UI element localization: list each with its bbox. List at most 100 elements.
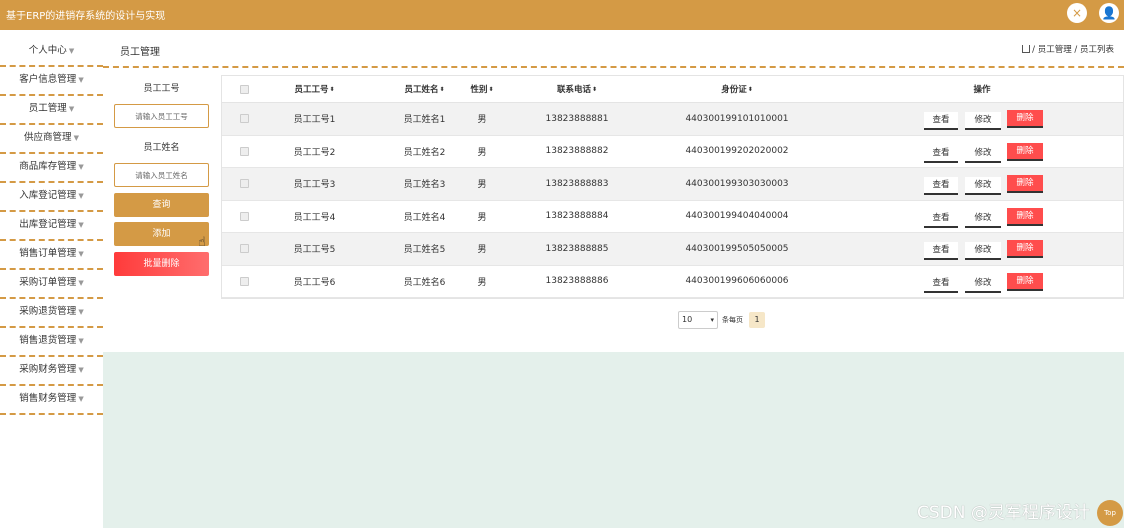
sidebar-item-label: 销售订单管理 (19, 248, 77, 259)
table-row: 员工工号2 员工姓名2 男 13823888882 44030019920202… (222, 136, 1123, 168)
sidebar-item-label: 客户信息管理 (19, 74, 77, 85)
page-header: 员工管理 / 员工管理 / 员工列表 (103, 30, 1124, 68)
sort-icon: ⬍ (329, 85, 335, 93)
app-title: 基于ERP的进销存系统的设计与实现 (6, 11, 166, 22)
table-row: 员工工号4 员工姓名4 男 13823888884 44030019940404… (222, 201, 1123, 233)
view-button[interactable]: 查看 (924, 112, 958, 130)
home-icon[interactable] (1022, 45, 1031, 53)
row-checkbox[interactable] (234, 266, 254, 298)
sidebar-item-outbound[interactable]: 出库登记管理 ▼ (0, 212, 103, 241)
watermark: CSDN @灵军程序设计 (917, 503, 1090, 523)
chevron-down-icon: ▼ (78, 192, 84, 200)
sidebar-item-inventory[interactable]: 商品库存管理 ▼ (0, 154, 103, 183)
edit-button[interactable]: 修改 (965, 177, 1001, 195)
cell-emp-no: 员工工号2 (293, 147, 336, 158)
delete-button[interactable]: 删除 (1007, 175, 1043, 193)
delete-button[interactable]: 删除 (1007, 272, 1043, 291)
breadcrumb: / 员工管理 / 员工列表 (1022, 43, 1114, 55)
row-checkbox[interactable] (234, 201, 254, 233)
sidebar-item-purchase-finance[interactable]: 采购财务管理 ▼ (0, 357, 103, 386)
edit-button[interactable]: 修改 (965, 209, 1001, 228)
row-checkbox[interactable] (234, 168, 254, 200)
delete-button[interactable]: 删除 (1007, 110, 1043, 128)
sidebar-item-label: 采购订单管理 (19, 277, 77, 288)
page-number-current[interactable]: 1 (749, 312, 765, 328)
add-button[interactable]: 添加 (114, 222, 209, 246)
breadcrumb-text[interactable]: / 员工管理 / 员工列表 (1032, 45, 1114, 55)
delete-button[interactable]: 删除 (1007, 240, 1043, 258)
sort-icon: ⬍ (591, 85, 598, 93)
chevron-down-icon: ▼ (78, 250, 84, 258)
cell-phone: 13823888882 (545, 146, 609, 157)
delete-button[interactable]: 删除 (1007, 142, 1043, 161)
row-checkbox[interactable] (234, 103, 254, 135)
edit-button[interactable]: 修改 (965, 144, 1001, 163)
view-button[interactable]: 查看 (924, 242, 958, 260)
emp-no-label: 员工工号 (143, 84, 180, 94)
edit-button[interactable]: 修改 (965, 242, 1001, 260)
view-button[interactable]: 查看 (924, 209, 958, 228)
sidebar-item-purchase-return[interactable]: 采购退货管理 ▼ (0, 299, 103, 328)
cell-id-card: 440300199404040004 (685, 211, 789, 222)
sidebar-item-label: 采购退货管理 (19, 306, 77, 317)
edit-button[interactable]: 修改 (965, 112, 1001, 130)
sidebar-item-inbound[interactable]: 入库登记管理 ▼ (0, 183, 103, 212)
edit-button[interactable]: 修改 (965, 274, 1001, 293)
chevron-down-icon: ▼ (78, 279, 84, 287)
emp-no-input[interactable] (114, 104, 209, 128)
search-button[interactable]: 查询 (114, 193, 209, 217)
back-to-top-button[interactable]: Top (1097, 500, 1123, 526)
cell-gender: 男 (477, 180, 487, 191)
top-bar: 基于ERP的进销存系统的设计与实现 × 👤 (0, 0, 1124, 30)
batch-delete-button[interactable]: 批量删除 (114, 252, 209, 276)
chevron-down-icon: ▼ (78, 308, 84, 316)
cell-phone: 13823888881 (545, 113, 609, 124)
delete-button[interactable]: 删除 (1007, 207, 1043, 226)
sidebar-item-label: 供应商管理 (24, 132, 72, 143)
cell-phone: 13823888885 (545, 243, 609, 254)
employee-table: 员工工号 ⬍ 员工姓名 ⬍ 性别 ⬍ 联系电话 ⬍ 身份证 ⬍ 操作 员工工号1 员工姓名… (221, 75, 1124, 299)
sidebar-item-personal-center[interactable]: 个人中心 ▼ (0, 38, 103, 67)
sidebar-item-label: 商品库存管理 (19, 161, 77, 172)
page-size-select[interactable]: 10 ▾ (678, 311, 718, 329)
cell-emp-no: 员工工号6 (293, 277, 336, 288)
cell-id-card: 440300199606060006 (685, 276, 789, 287)
emp-name-input[interactable] (114, 163, 209, 187)
col-id-card[interactable]: 身份证 ⬍ (642, 76, 832, 102)
user-icon[interactable]: 👤 (1099, 3, 1119, 23)
sidebar-item-customer[interactable]: 客户信息管理 ▼ (0, 67, 103, 96)
cell-phone: 13823888886 (545, 276, 609, 287)
select-all-checkbox[interactable] (234, 76, 254, 102)
chevron-down-icon: ▼ (78, 163, 84, 171)
cell-emp-no: 员工工号5 (293, 245, 336, 256)
chevron-down-icon: ▼ (78, 395, 84, 403)
cell-gender: 男 (477, 245, 487, 256)
fullscreen-icon[interactable]: × (1067, 3, 1087, 23)
chevron-down-icon: ▼ (78, 221, 84, 229)
cell-gender: 男 (477, 147, 487, 158)
sidebar-item-sales-return[interactable]: 销售退货管理 ▼ (0, 328, 103, 357)
sidebar-item-sales-order[interactable]: 销售订单管理 ▼ (0, 241, 103, 270)
page-title: 员工管理 (120, 47, 160, 58)
view-button[interactable]: 查看 (924, 274, 958, 293)
row-checkbox[interactable] (234, 136, 254, 168)
cell-id-card: 440300199101010001 (685, 113, 789, 124)
row-checkbox[interactable] (234, 233, 254, 265)
view-button[interactable]: 查看 (924, 144, 958, 163)
cell-gender: 男 (477, 115, 487, 126)
filter-panel: 员工工号 员工姓名 查询 添加 批量删除 ☝ (103, 68, 220, 352)
col-phone[interactable]: 联系电话 ⬍ (522, 76, 632, 102)
cell-gender: 男 (477, 277, 487, 288)
sidebar-item-sales-finance[interactable]: 销售财务管理 ▼ (0, 386, 103, 415)
col-emp-no[interactable]: 员工工号 ⬍ (257, 76, 372, 102)
sidebar-item-purchase-order[interactable]: 采购订单管理 ▼ (0, 270, 103, 299)
sidebar-item-supplier[interactable]: 供应商管理 ▼ (0, 125, 103, 154)
cell-emp-no: 员工工号4 (293, 212, 336, 223)
col-gender[interactable]: 性别 ⬍ (457, 76, 507, 102)
sidebar-item-employee[interactable]: 员工管理 ▼ (0, 96, 103, 125)
sidebar-item-label: 采购财务管理 (19, 364, 77, 375)
chevron-down-icon: ▾ (710, 316, 714, 324)
view-button[interactable]: 查看 (924, 177, 958, 195)
table-row: 员工工号3 员工姓名3 男 13823888883 44030019930303… (222, 168, 1123, 201)
emp-name-label: 员工姓名 (143, 143, 180, 153)
